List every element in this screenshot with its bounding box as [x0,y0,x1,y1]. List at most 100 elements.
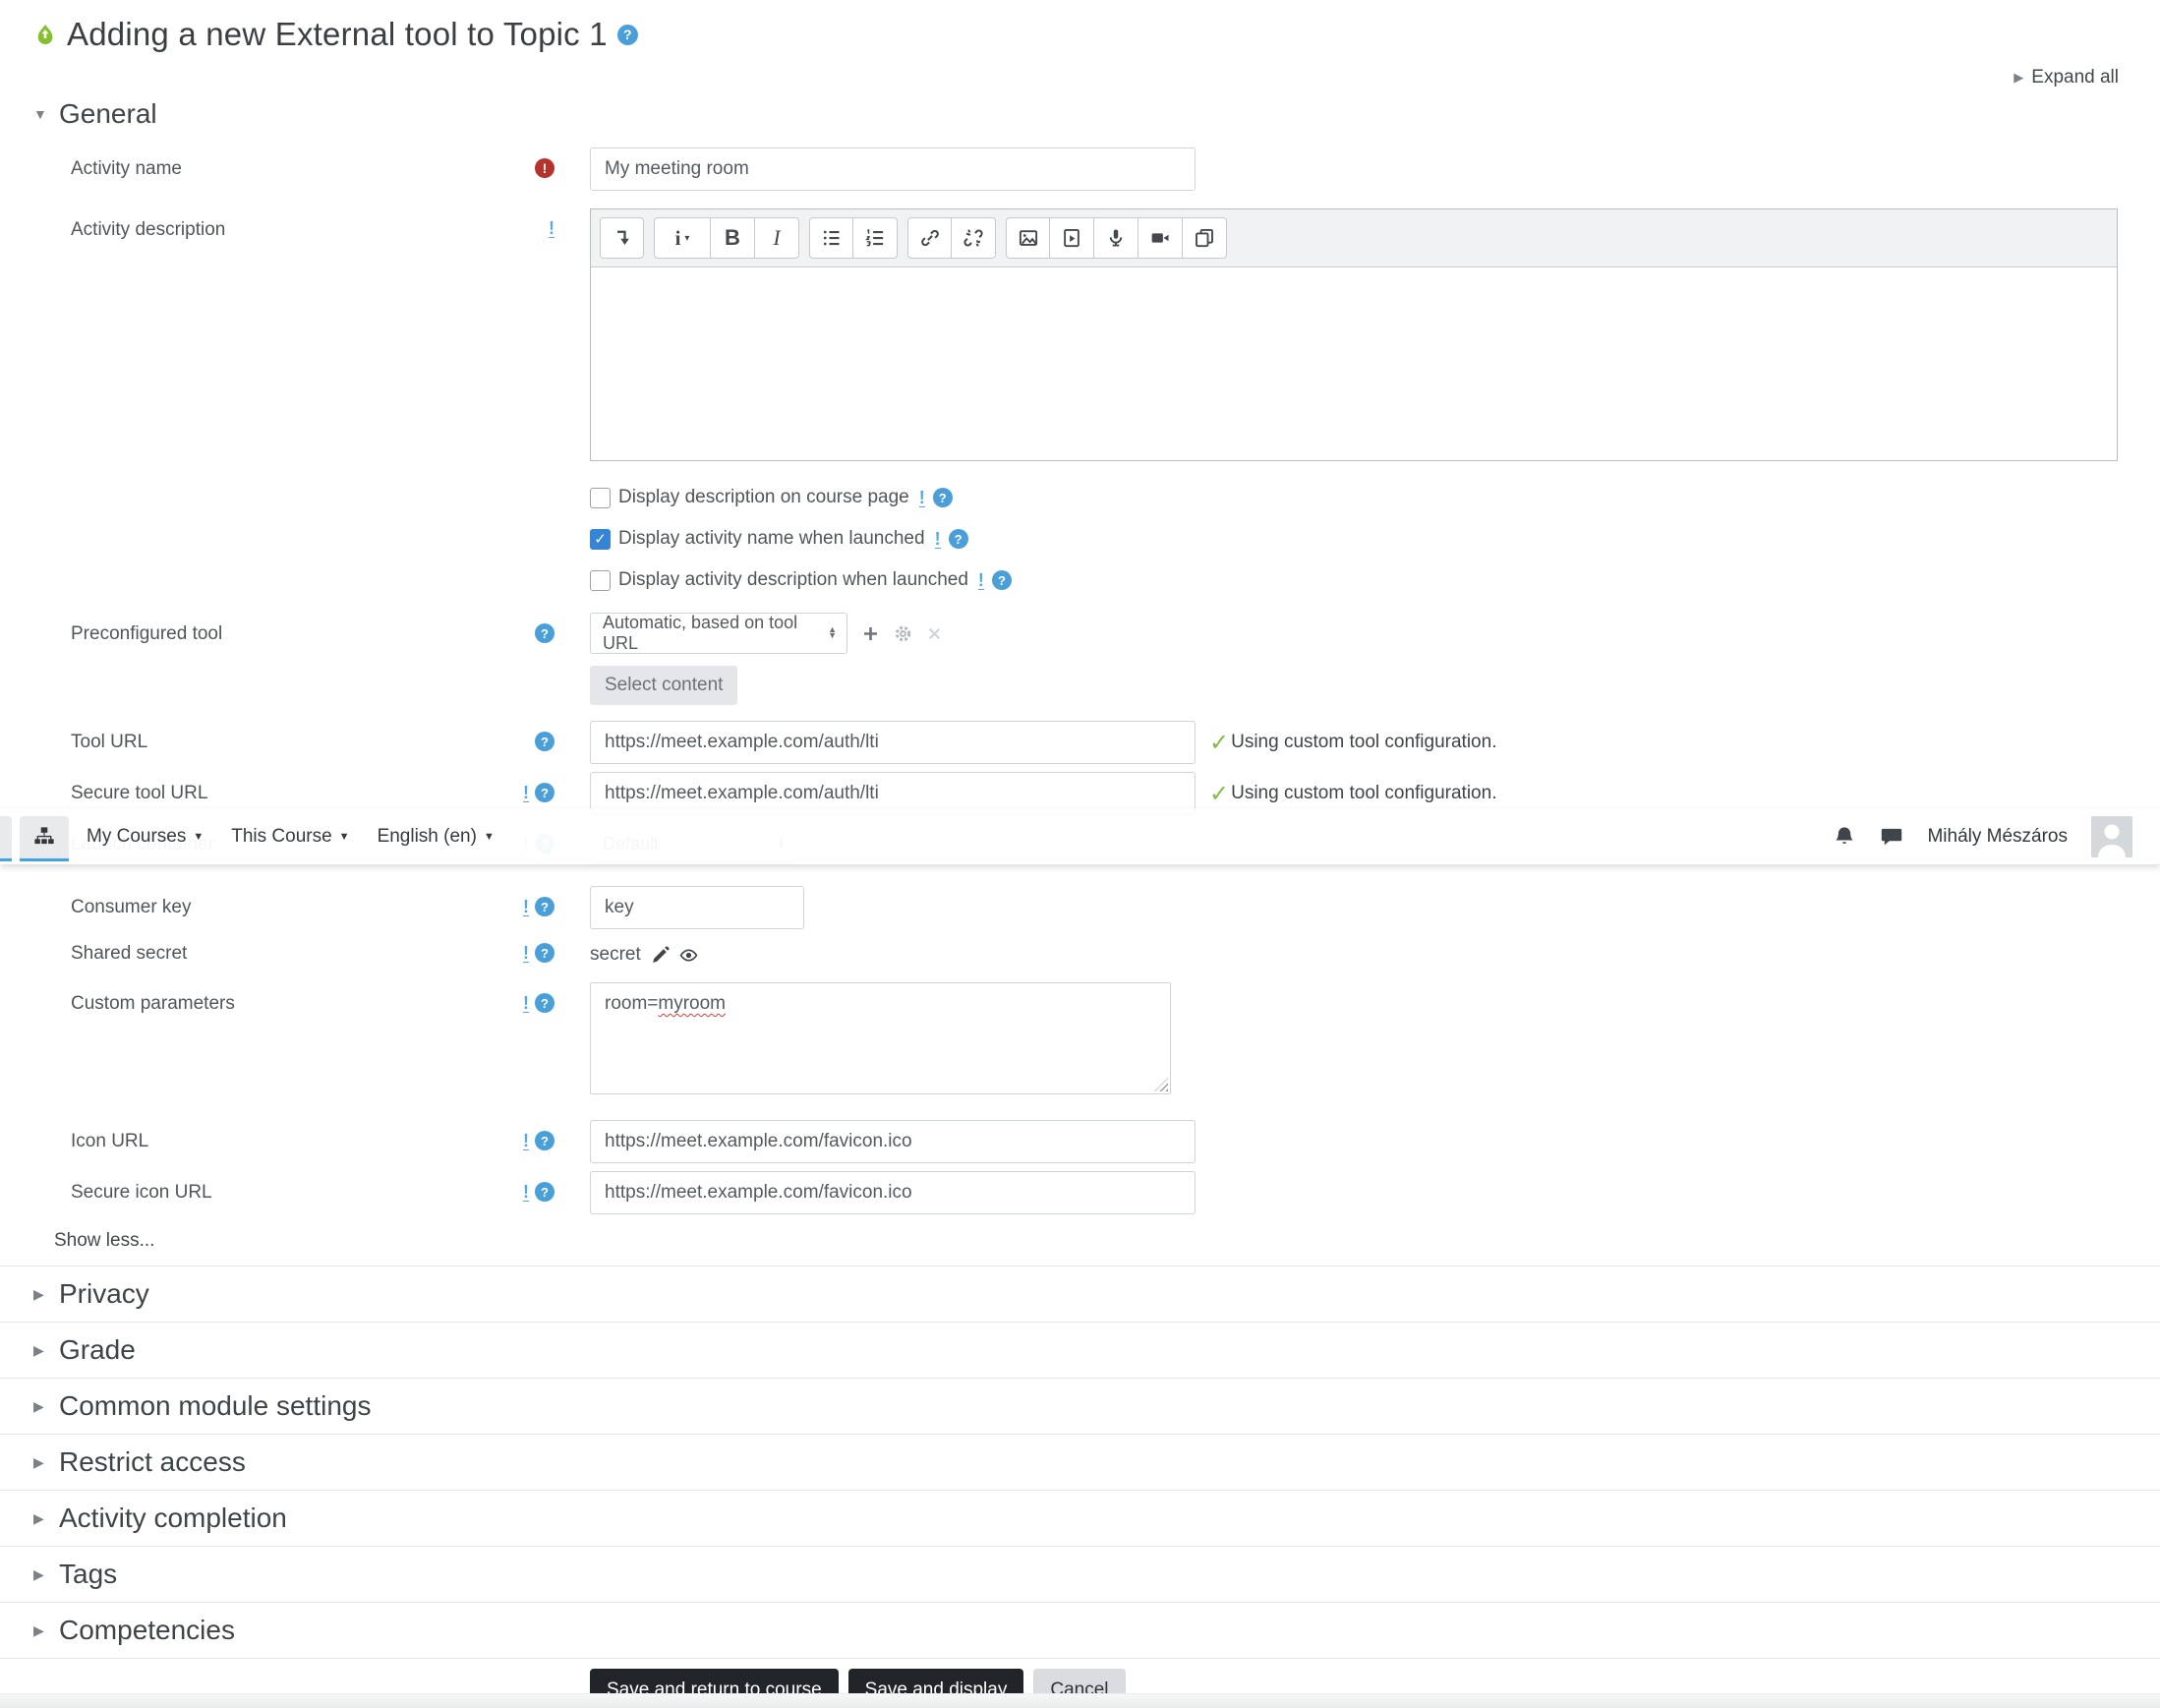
show-less-link[interactable]: Show less... [0,1214,2160,1266]
eye-icon[interactable] [679,946,698,965]
display-activity-description-checkbox[interactable] [590,569,611,591]
activity-name-label: Activity name [71,158,182,179]
consumer-key-label: Consumer key [71,897,192,917]
gear-icon [895,625,911,641]
activity-name-input[interactable] [590,147,1196,191]
preconfigured-tool-select[interactable]: Automatic, based on tool URL ▲ ▼ [590,613,847,654]
description-textarea[interactable] [591,267,2117,460]
advanced-icon: ! [523,782,529,802]
help-icon[interactable]: ? [948,529,968,549]
help-icon[interactable]: ? [991,570,1012,590]
messages-icon[interactable] [1880,825,1903,849]
activity-description-label: Activity description [71,219,226,240]
paragraph-styles-button[interactable]: i ▾ [654,217,711,259]
unlink-button[interactable] [952,217,996,259]
record-video-button[interactable] [1138,217,1183,259]
advanced-icon: ! [977,569,984,590]
close-icon [928,627,941,639]
secure-tool-url-label: Secure tool URL [71,783,208,803]
external-tool-icon [33,23,57,46]
help-icon[interactable]: ? [535,943,555,963]
select-content-button[interactable]: Select content [590,666,738,705]
triangle-right-icon: ▶ [2014,70,2024,85]
caret-down-icon: ▼ [193,830,204,843]
nav-items: My Courses ▼ This Course ▼ English (en) ▼ [87,826,495,848]
help-icon[interactable]: ? [616,24,638,45]
caret-down-icon: ▼ [338,830,350,843]
triangle-right-icon: ▶ [33,1341,44,1358]
advanced-icon: ! [523,942,529,963]
section-activity-completion[interactable]: ▶ Activity completion [0,1490,2160,1546]
page: Adding a new External tool to Topic 1 ? … [0,0,2160,1708]
tool-url-input[interactable] [590,721,1196,764]
avatar[interactable] [2091,815,2132,857]
caret-down-icon: ▼ [483,830,495,843]
section-competencies[interactable]: ▶ Competencies [0,1602,2160,1658]
display-activity-name-checkbox[interactable] [590,528,611,550]
triangle-down-icon: ▼ [33,106,47,122]
help-icon[interactable]: ? [535,1182,555,1202]
user-name[interactable]: Mihály Mészáros [1927,826,2068,848]
italic-button[interactable]: I [755,217,799,259]
required-icon: ! [535,158,555,178]
secure-icon-url-row: Secure icon URL ! ? [0,1171,2160,1214]
display-description-checkbox[interactable] [590,487,611,508]
check-icon: ✓ [1209,780,1230,807]
checkbox-label: Display activity name when launched [618,528,925,549]
link-button[interactable] [907,217,952,259]
bold-button[interactable]: B [711,217,755,259]
notifications-bell-icon[interactable] [1833,825,1856,849]
triangle-right-icon: ▶ [33,1285,44,1302]
icon-url-input[interactable] [590,1120,1196,1163]
advanced-icon: ! [523,1130,529,1150]
help-icon[interactable]: ? [535,783,555,802]
consumer-key-input[interactable] [590,886,804,929]
expand-all-link[interactable]: ▶ Expand all [33,53,2119,88]
help-icon[interactable]: ? [535,993,555,1013]
nav-this-course[interactable]: This Course ▼ [231,826,349,848]
triangle-right-icon: ▶ [33,1621,44,1638]
resize-handle[interactable] [1154,1078,1168,1091]
collapsed-sections: ▶ Privacy ▶ Grade ▶ Common module settings … [0,1266,2160,1659]
unordered-list-button[interactable] [809,217,853,259]
section-grade[interactable]: ▶ Grade [0,1322,2160,1378]
record-audio-button[interactable] [1094,217,1138,259]
help-icon[interactable]: ? [535,732,555,751]
shared-secret-value: secret [590,944,641,965]
insert-image-button[interactable] [1006,217,1050,259]
help-icon[interactable]: ? [535,623,555,643]
edit-pencil-icon[interactable] [651,945,670,965]
nav-language[interactable]: English (en) ▼ [378,826,495,848]
help-icon[interactable]: ? [535,1131,555,1150]
consumer-key-row: Consumer key ! ? [0,886,2160,929]
tool-url-status: ✓ Using custom tool configuration. [1209,729,1497,756]
add-tool-icon[interactable] [861,624,880,643]
nav-tab-partial[interactable] [0,815,12,861]
custom-parameters-row: Custom parameters ! ? room=myroom [0,982,2160,1094]
section-common-module-settings[interactable]: ▶ Common module settings [0,1378,2160,1434]
custom-parameters-label: Custom parameters [71,993,235,1014]
triangle-right-icon: ▶ [33,1509,44,1526]
help-icon[interactable]: ? [535,897,555,916]
help-icon[interactable]: ? [932,488,953,507]
custom-parameters-textarea[interactable]: room=myroom [590,982,1171,1094]
nav-my-courses[interactable]: My Courses ▼ [87,826,204,848]
section-privacy[interactable]: ▶ Privacy [0,1266,2160,1322]
advanced-icon: ! [934,528,941,549]
insert-media-button[interactable] [1050,217,1094,259]
description-editor: i ▾ B I [590,208,2118,461]
section-tags[interactable]: ▶ Tags [0,1546,2160,1602]
page-header: Adding a new External tool to Topic 1 ? … [0,0,2160,88]
triangle-right-icon: ▶ [33,1453,44,1470]
nav-tab-sitemap[interactable] [20,815,69,861]
collapse-toolbar-button[interactable] [600,217,644,259]
display-description-row: Display description on course page ! ? [0,487,2160,508]
ordered-list-button[interactable] [853,217,898,259]
shared-secret-label: Shared secret [71,943,188,964]
section-general[interactable]: ▼ General [0,88,2160,138]
tool-url-row: Tool URL ? ✓ Using custom tool configura… [0,721,2160,764]
secure-icon-url-input[interactable] [590,1171,1196,1214]
page-title: Adding a new External tool to Topic 1 [67,16,608,52]
section-restrict-access[interactable]: ▶ Restrict access [0,1434,2160,1490]
manage-files-button[interactable] [1183,217,1227,259]
